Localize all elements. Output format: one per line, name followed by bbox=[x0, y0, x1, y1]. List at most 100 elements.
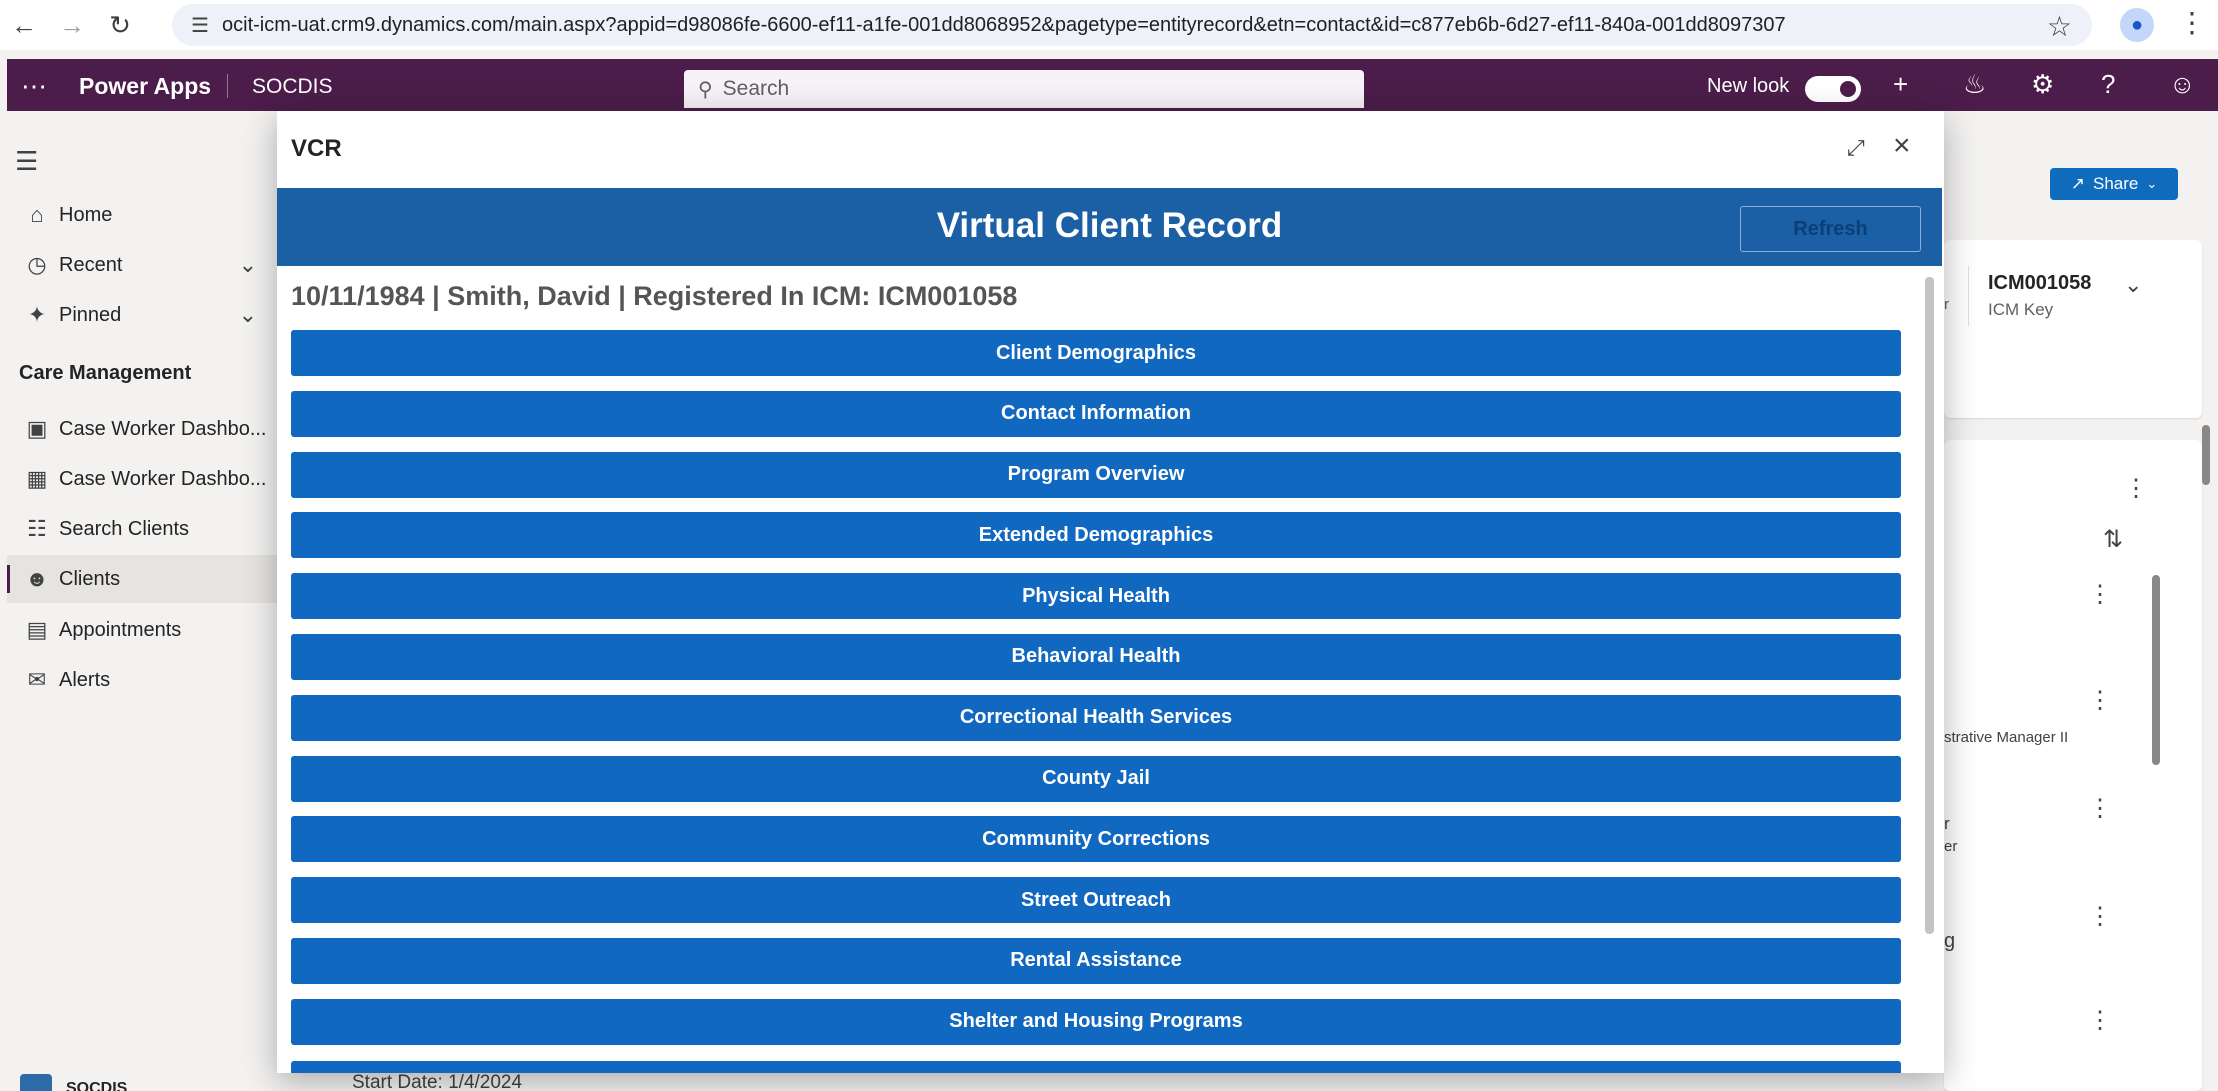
dashboard-icon: ▣ bbox=[26, 416, 48, 441]
new-look-label: New look bbox=[1707, 75, 1790, 97]
row-text-fragment: strative Manager II bbox=[1944, 729, 2069, 746]
clock-icon: ◷ bbox=[27, 252, 47, 277]
dialog-scrollbar[interactable] bbox=[1925, 277, 1934, 934]
vcr-banner: Virtual Client Record Refresh bbox=[277, 188, 1942, 266]
more-options-icon[interactable]: ⋮ bbox=[2088, 794, 2112, 823]
bell-icon[interactable]: ♨ bbox=[1963, 69, 1986, 100]
row-text-fragment: r bbox=[1944, 814, 1950, 833]
vcr-dialog: VCR ⤢ × Virtual Client Record Refresh 10… bbox=[277, 111, 1944, 1073]
app-launcher-icon[interactable]: ⋯ bbox=[21, 71, 48, 102]
icm-key-label: ICM Key bbox=[1988, 300, 2054, 319]
forward-arrow-icon[interactable]: → bbox=[48, 0, 96, 50]
field-fragment: r bbox=[1944, 296, 1949, 313]
section-client-demographics[interactable]: Client Demographics bbox=[291, 330, 1901, 376]
section-rental-assistance[interactable]: Rental Assistance bbox=[291, 937, 1901, 984]
row-text-fragment: g bbox=[1944, 930, 1956, 952]
section-street-outreach[interactable]: Street Outreach bbox=[291, 877, 1901, 924]
nav-item-alerts[interactable]: ✉ Alerts bbox=[7, 656, 277, 704]
section-correctional-health-services[interactable]: Correctional Health Services bbox=[291, 694, 1901, 741]
area-switcher[interactable]: SOCDIS bbox=[10, 1070, 270, 1091]
nav-item-case-worker-dashboard-1[interactable]: ▣ Case Worker Dashbo... bbox=[7, 405, 277, 453]
help-icon[interactable]: ? bbox=[2101, 69, 2115, 100]
home-icon: ⌂ bbox=[30, 202, 44, 227]
reload-icon[interactable]: ↻ bbox=[96, 0, 144, 50]
row-text-fragment: er bbox=[1944, 838, 1958, 855]
share-icon: ↗ bbox=[2070, 174, 2085, 193]
calendar-icon: ▤ bbox=[26, 617, 48, 642]
nav-group-title: Care Management bbox=[19, 362, 192, 384]
nav-item-label: Search Clients bbox=[59, 517, 190, 540]
hamburger-icon[interactable]: ☰ bbox=[15, 146, 38, 177]
site-info-icon[interactable]: ☰ bbox=[178, 13, 222, 38]
section-list: Client Demographics Contact Information … bbox=[291, 330, 1901, 1060]
section-extended-demographics[interactable]: Extended Demographics bbox=[291, 512, 1901, 559]
nav-item-label: Recent bbox=[59, 253, 123, 276]
banner-title: Virtual Client Record bbox=[936, 206, 1283, 245]
expand-icon[interactable]: ⤢ bbox=[1847, 135, 1865, 161]
more-options-icon[interactable]: ⋮ bbox=[2124, 474, 2148, 503]
nav-item-case-worker-dashboard-2[interactable]: ▦ Case Worker Dashbo... bbox=[7, 455, 277, 503]
field-divider bbox=[1968, 266, 1969, 326]
nav-item-clients[interactable]: ☻ Clients bbox=[7, 555, 277, 603]
global-search-input[interactable]: ⚲ Search bbox=[684, 70, 1364, 108]
app-header: ⋯ Power Apps SOCDIS ⚲ Search New look + … bbox=[7, 59, 2218, 111]
related-list-card bbox=[1944, 440, 2202, 1091]
section-contact-information[interactable]: Contact Information bbox=[291, 390, 1901, 437]
chevron-down-icon[interactable]: ⌄ bbox=[239, 252, 257, 278]
pin-icon: ✦ bbox=[27, 302, 47, 327]
more-options-icon[interactable]: ⋮ bbox=[2088, 580, 2112, 609]
nav-item-recent[interactable]: ◷ Recent ⌄ bbox=[7, 241, 277, 289]
nav-item-label: Pinned bbox=[59, 303, 122, 326]
nav-item-search-clients[interactable]: ☷ Search Clients bbox=[7, 505, 277, 553]
nav-item-label: Home bbox=[59, 203, 113, 226]
nav-item-label: Case Worker Dashbo... bbox=[59, 467, 267, 490]
section-next-partial[interactable] bbox=[291, 1061, 1901, 1073]
section-shelter-and-housing-programs[interactable]: Shelter and Housing Programs bbox=[291, 998, 1901, 1045]
nav-item-pinned[interactable]: ✦ Pinned ⌄ bbox=[7, 291, 277, 339]
header-divider bbox=[227, 74, 228, 98]
close-icon[interactable]: × bbox=[1893, 129, 1911, 163]
dialog-title: VCR bbox=[291, 135, 342, 162]
area-label: SOCDIS bbox=[66, 1080, 128, 1091]
more-options-icon[interactable]: ⋮ bbox=[2088, 1006, 2112, 1035]
area-badge bbox=[20, 1074, 52, 1091]
section-physical-health[interactable]: Physical Health bbox=[291, 573, 1901, 620]
chevron-down-icon[interactable]: ⌄ bbox=[239, 302, 257, 328]
sort-icon[interactable]: ⇅ bbox=[2103, 525, 2123, 554]
nav-item-appointments[interactable]: ▤ Appointments bbox=[7, 606, 277, 654]
more-options-icon[interactable]: ⋮ bbox=[2088, 902, 2112, 931]
browser-menu-icon[interactable]: ⋮ bbox=[2178, 6, 2206, 39]
chevron-down-icon: ⌄ bbox=[2146, 176, 2158, 191]
bookmark-star-icon[interactable]: ☆ bbox=[2047, 10, 2072, 43]
section-community-corrections[interactable]: Community Corrections bbox=[291, 816, 1901, 863]
address-bar[interactable]: ☰ ocit-icm-uat.crm9.dynamics.com/main.as… bbox=[172, 4, 2092, 46]
section-program-overview[interactable]: Program Overview bbox=[291, 451, 1901, 498]
dashboard-icon: ▦ bbox=[26, 466, 48, 491]
refresh-button[interactable]: Refresh bbox=[1740, 206, 1921, 252]
share-button[interactable]: ↗ Share ⌄ bbox=[2050, 168, 2178, 200]
plus-icon[interactable]: + bbox=[1893, 69, 1908, 100]
new-look-toggle[interactable] bbox=[1805, 76, 1861, 102]
nav-item-label: Alerts bbox=[59, 668, 111, 691]
header-fields-card: r bbox=[1944, 240, 2202, 418]
icm-key-value: ICM001058 bbox=[1988, 272, 2092, 294]
nav-item-label: Appointments bbox=[59, 618, 182, 641]
start-date-text: Start Date: 1/4/2024 bbox=[352, 1072, 523, 1091]
more-options-icon[interactable]: ⋮ bbox=[2088, 686, 2112, 715]
nav-item-home[interactable]: ⌂ Home bbox=[7, 191, 277, 239]
profile-avatar-icon[interactable]: ● bbox=[2120, 8, 2154, 42]
chevron-down-icon[interactable]: ⌄ bbox=[2124, 272, 2142, 298]
url-text: ocit-icm-uat.crm9.dynamics.com/main.aspx… bbox=[222, 13, 1786, 36]
nav-item-label: Case Worker Dashbo... bbox=[59, 417, 267, 440]
back-arrow-icon[interactable]: ← bbox=[0, 0, 48, 50]
gear-icon[interactable]: ⚙ bbox=[2031, 69, 2054, 100]
environment-name[interactable]: SOCDIS bbox=[252, 75, 333, 99]
user-icon[interactable]: ☺ bbox=[2169, 69, 2196, 100]
section-county-jail[interactable]: County Jail bbox=[291, 755, 1901, 802]
app-name[interactable]: Power Apps bbox=[79, 73, 211, 100]
list-scrollbar[interactable] bbox=[2152, 575, 2160, 765]
page-scrollbar[interactable] bbox=[2202, 425, 2210, 485]
search-clients-icon: ☷ bbox=[27, 516, 47, 541]
section-behavioral-health[interactable]: Behavioral Health bbox=[291, 633, 1901, 680]
search-placeholder: Search bbox=[722, 77, 790, 100]
